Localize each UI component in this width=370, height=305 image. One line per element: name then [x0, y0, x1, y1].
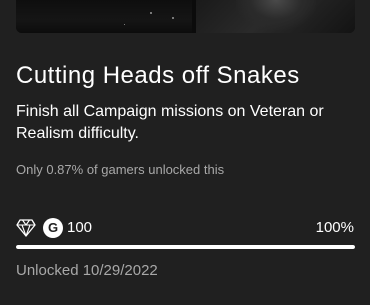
gamerscore-value: 100: [67, 219, 93, 236]
progress-bar-fill: [16, 245, 355, 249]
achievement-detail-card: Cutting Heads off Snakes Finish all Camp…: [0, 0, 370, 305]
progress-percent-label: 100%: [315, 219, 354, 236]
reward-row: G 100 100%: [16, 217, 355, 239]
achievement-description: Finish all Campaign missions on Veteran …: [16, 103, 324, 142]
hero-image-right: [196, 0, 355, 33]
diamond-icon: [16, 219, 36, 237]
gamerscore-icon: G: [43, 218, 63, 238]
achievement-rarity-text: Only 0.87% of gamers unlocked this: [16, 162, 225, 177]
achievement-hero-image: [16, 0, 355, 33]
achievement-title: Cutting Heads off Snakes: [16, 62, 300, 89]
hero-image-left: [16, 0, 192, 33]
progress-bar: [16, 245, 355, 249]
unlocked-date: Unlocked 10/29/2022: [16, 262, 158, 279]
